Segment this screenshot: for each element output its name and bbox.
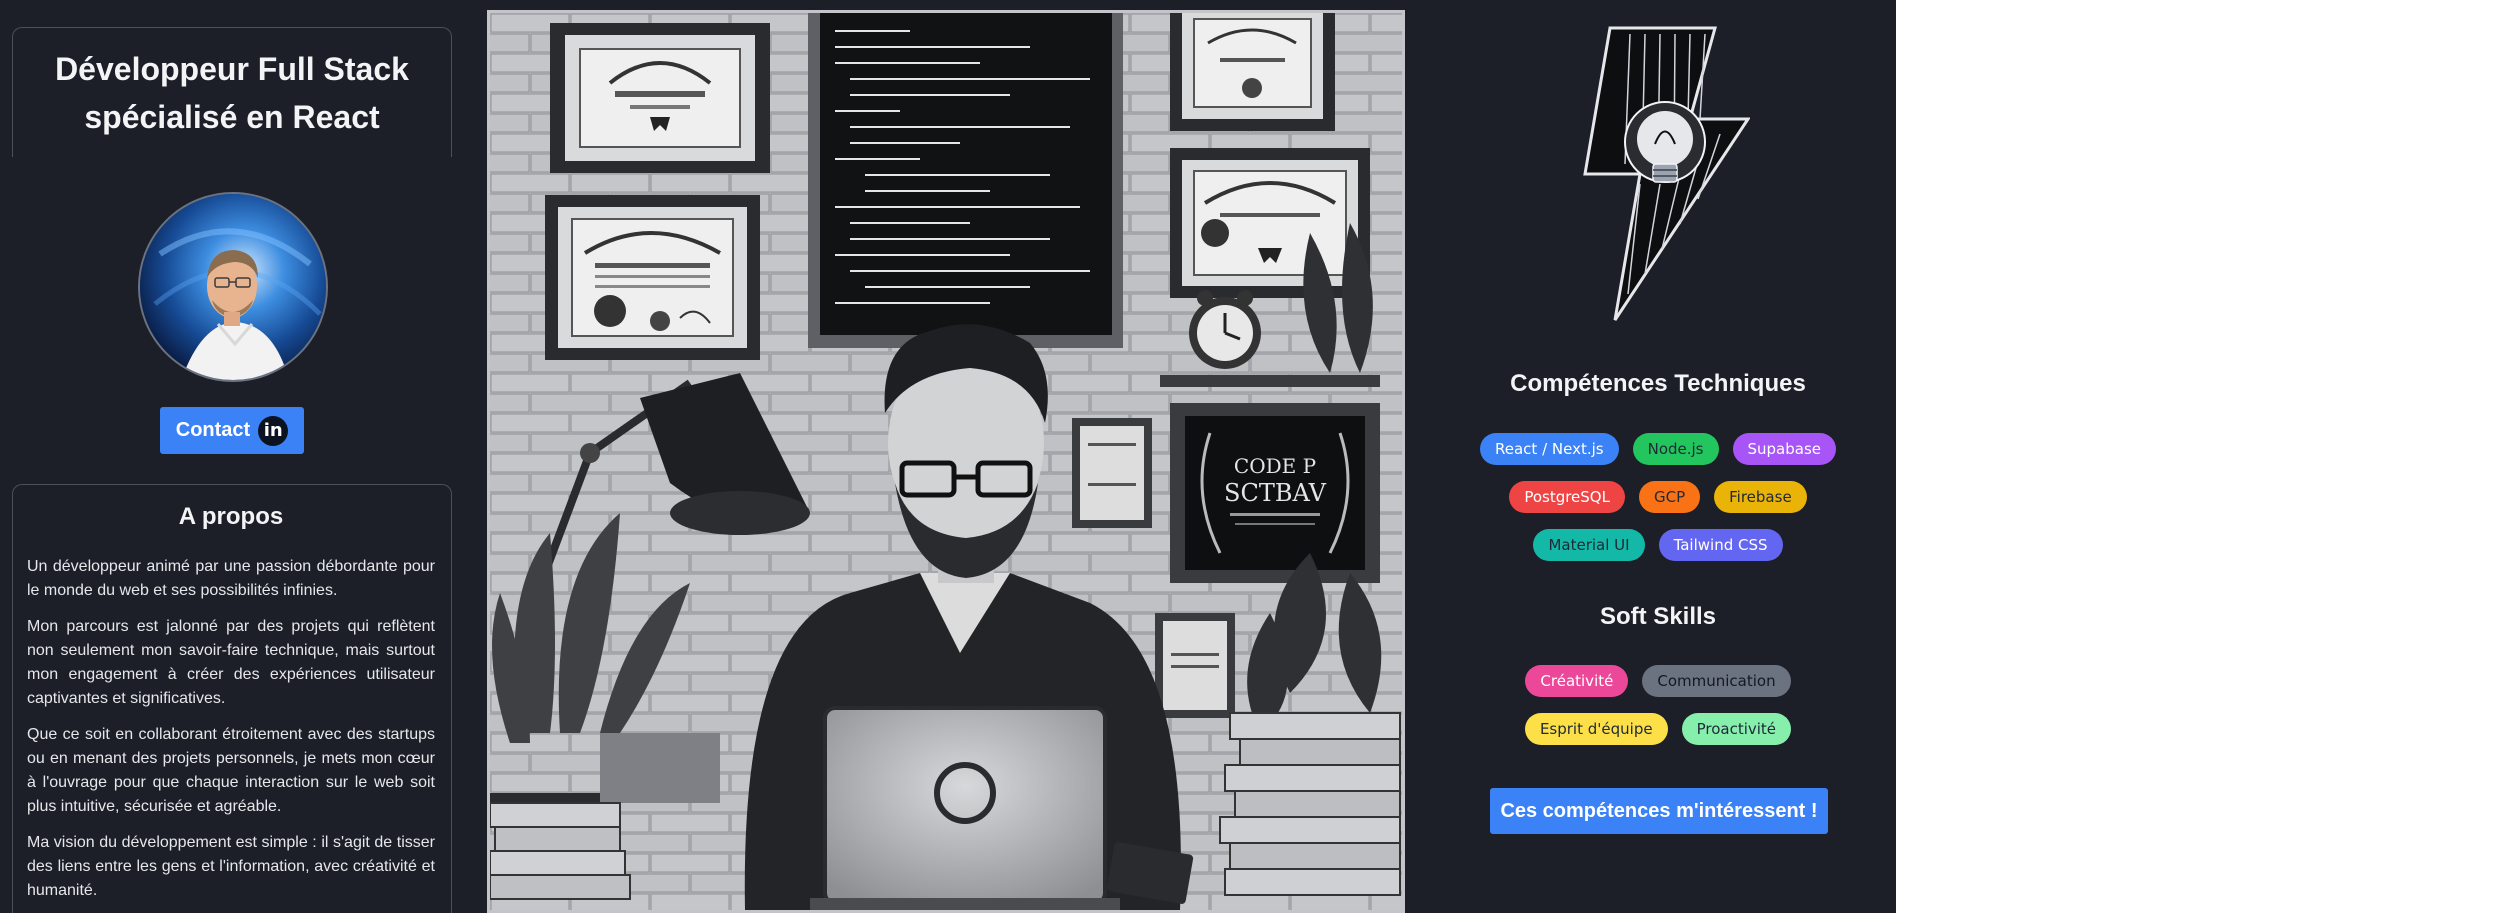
code-poster (808, 13, 1123, 348)
technical-skills-row: PostgreSQL GCP Firebase (1423, 481, 1893, 513)
certificate-frame (1170, 148, 1370, 298)
soft-skill-chip-esprit-equipe: Esprit d'équipe (1524, 713, 1668, 745)
skill-chip-material-ui: Material UI (1533, 529, 1645, 561)
technical-skills-row: Material UI Tailwind CSS (1423, 529, 1893, 561)
about-heading: A propos (178, 503, 284, 530)
skill-chip-react: React / Next.js (1480, 433, 1619, 465)
about-paragraph: Que ce soit en collaborant étroitement a… (27, 726, 435, 815)
developer-illustration: CODE P SCTBAV (487, 10, 1405, 913)
small-frame (1155, 613, 1235, 718)
skill-chip-firebase: Firebase (1714, 481, 1807, 513)
skill-chip-postgresql: PostgreSQL (1509, 481, 1625, 513)
skill-chip-tailwind: Tailwind CSS (1658, 529, 1783, 561)
soft-skill-chip-creativite: Créativité (1525, 665, 1629, 697)
about-paragraph: Un développeur animé par une passion déb… (27, 558, 435, 599)
profile-photo (140, 194, 326, 380)
avatar (138, 192, 328, 382)
books-left (490, 802, 631, 900)
linkedin-icon: in (258, 415, 289, 446)
hero-title-card: Développeur Full Stack spécialisé en Rea… (12, 27, 452, 157)
soft-skills-row: Créativité Communication (1423, 665, 1893, 697)
portfolio-page: Développeur Full Stack spécialisé en Rea… (0, 0, 1896, 913)
skill-chip-nodejs: Node.js (1632, 433, 1719, 465)
skill-chip-gcp: GCP (1638, 481, 1701, 513)
contact-button[interactable]: Contact in (160, 407, 304, 454)
technical-skills-heading: Compétences Techniques (1510, 370, 1806, 397)
contact-button-label: Contact (175, 419, 251, 441)
books-right (1219, 712, 1401, 896)
wall-sign: CODE P SCTBAV (1170, 403, 1380, 583)
clock-icon (1189, 290, 1261, 369)
certificate-frame (550, 23, 770, 173)
lightning-bulb-icon (1583, 26, 1750, 321)
soft-skill-chip-proactivite: Proactivité (1681, 713, 1792, 745)
developer-at-desk-image: CODE P SCTBAV (490, 13, 1402, 910)
technical-skills-row: React / Next.js Node.js Supabase (1423, 433, 1893, 465)
skills-interest-button[interactable]: Ces compétences m'intéressent ! (1490, 788, 1828, 834)
certificate-frame (545, 195, 760, 360)
about-paragraph: Ma vision du développement est simple : … (27, 834, 435, 899)
soft-skills-row: Esprit d'équipe Proactivité (1423, 713, 1893, 745)
soft-skills-heading: Soft Skills (1599, 603, 1717, 630)
wall-sign-line: CODE P (1234, 454, 1316, 478)
about-section: A propos Un développeur animé par une pa… (12, 484, 452, 913)
wall-sign-line: SCTBAV (1224, 479, 1327, 507)
certificate-frame (1170, 13, 1335, 131)
about-paragraph: Mon parcours est jalonné par des projets… (27, 618, 435, 707)
skill-chip-supabase: Supabase (1732, 433, 1836, 465)
laptop (810, 706, 1120, 910)
small-frame (1072, 418, 1152, 528)
soft-skill-chip-communication: Communication (1642, 665, 1791, 697)
page-title: Développeur Full Stack spécialisé en Rea… (55, 50, 409, 135)
